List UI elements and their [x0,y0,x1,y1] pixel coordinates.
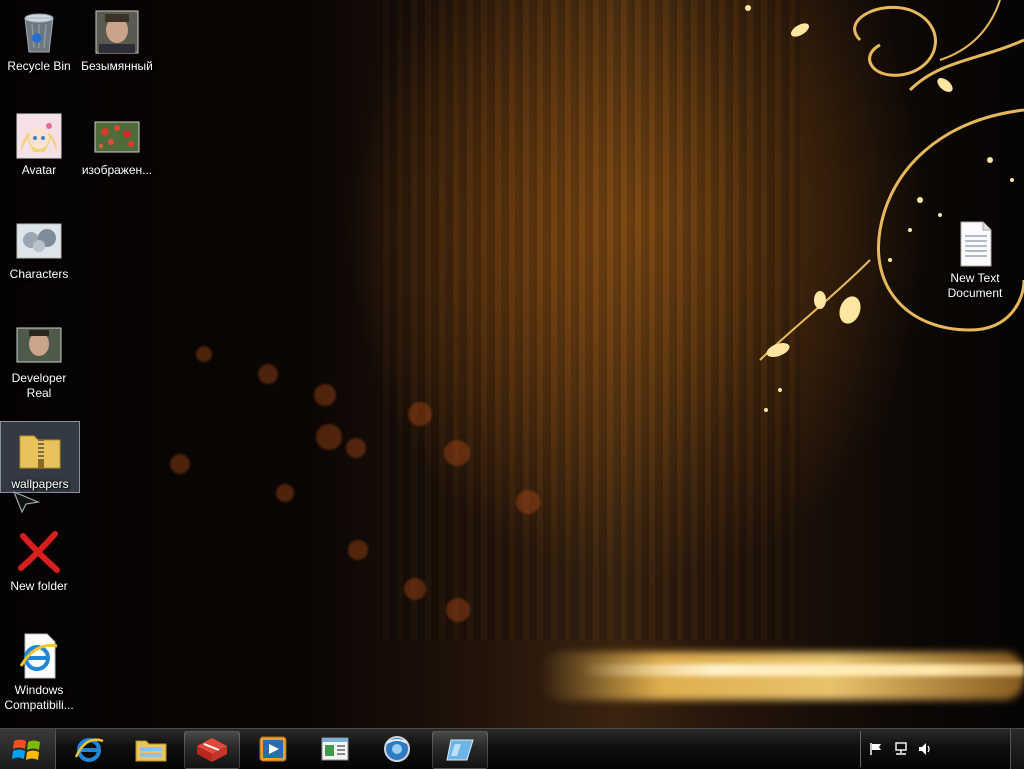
wallpaper-bokeh [258,364,278,384]
desktop-icon-label: Developer Real [11,371,67,400]
taskbar-file-explorer[interactable] [124,731,178,767]
taskbar-window-app[interactable] [308,731,362,767]
desktop-icon-izobrazhenie[interactable]: изображен... [78,108,156,178]
desktop-icon-characters[interactable]: Characters [0,212,78,282]
desktop-icon-label: New folder [10,579,68,593]
desktop-icon-label: Characters [9,267,69,281]
mouse-cursor-icon [12,490,40,514]
desktop-icon-label: Avatar [21,163,57,177]
anime-avatar-icon [15,112,63,160]
wallpaper-bokeh [314,384,336,406]
desktop-icon-label: Windows Compatibili... [4,683,74,712]
taskbar-internet-explorer[interactable] [62,731,116,767]
desktop-icon-wallpapers[interactable]: wallpapers [0,421,80,493]
characters-image-icon [15,216,63,264]
browser-globe-icon [384,736,410,762]
flowers-image-icon [93,112,141,160]
taskbar-glass-app[interactable] [432,731,488,769]
wallpaper-streaks [380,0,800,640]
wallpaper-glow [540,652,1024,700]
show-desktop-button[interactable] [1010,729,1024,769]
desktop[interactable]: Recycle Bin Безымянный Avatar изображен.… [0,0,1024,728]
taskbar-browser[interactable] [370,731,424,767]
recycle-bin-icon [15,8,63,56]
wallpaper-glow-line [580,664,1024,676]
wallpaper-bokeh [316,424,342,450]
volume-icon[interactable] [917,741,933,757]
window-app-icon [321,737,349,761]
desktop-icon-developer-real[interactable]: Developer Real [0,316,78,401]
desktop-icon-windows-compatibility[interactable]: Windows Compatibili... [0,628,78,713]
windows-start-icon [12,739,40,760]
wallpaper-bokeh [516,490,540,514]
red-package-icon [197,738,227,762]
wallpaper-bokeh [444,440,470,466]
desktop-icon-label: Безымянный [81,59,153,73]
desktop-icon-label: New Text Document [947,271,1003,300]
desktop-icon-label: Recycle Bin [7,59,71,73]
wallpaper-bokeh [408,402,432,426]
system-tray [860,731,1011,767]
wallpaper-bokeh [404,578,426,600]
wallpaper-bokeh [170,454,190,474]
taskbar [0,728,1024,769]
desktop-icon-bezymyanny[interactable]: Безымянный [78,4,156,74]
desktop-icon-new-text-document[interactable]: New Text Document [936,216,1014,301]
desktop-icon-label: изображен... [81,163,153,177]
ie-document-icon [15,632,63,680]
wallpaper-bokeh [348,540,368,560]
taskbar-package-app[interactable] [184,731,240,769]
start-button[interactable] [0,729,56,769]
file-explorer-icon [135,740,167,762]
action-center-flag-icon[interactable] [869,742,883,756]
media-player-icon [259,736,287,762]
internet-explorer-icon [74,738,104,762]
wallpaper-bokeh [276,484,294,502]
text-document-icon [951,220,999,268]
zip-folder-icon [16,426,64,474]
blue-glass-icon [446,739,474,761]
desktop-icon-recycle-bin[interactable]: Recycle Bin [0,4,78,74]
photo-person-icon [15,320,63,368]
desktop-icon-avatar[interactable]: Avatar [0,108,78,178]
wallpaper-bokeh [346,438,366,458]
wallpaper-bokeh [446,598,470,622]
photo-person-icon [93,8,141,56]
red-x-icon [15,528,63,576]
taskbar-media-player[interactable] [246,731,300,767]
desktop-icon-new-folder[interactable]: New folder [0,524,78,594]
wallpaper-swirl [745,0,1024,412]
wallpaper-bokeh [196,346,212,362]
network-icon[interactable] [893,741,909,757]
